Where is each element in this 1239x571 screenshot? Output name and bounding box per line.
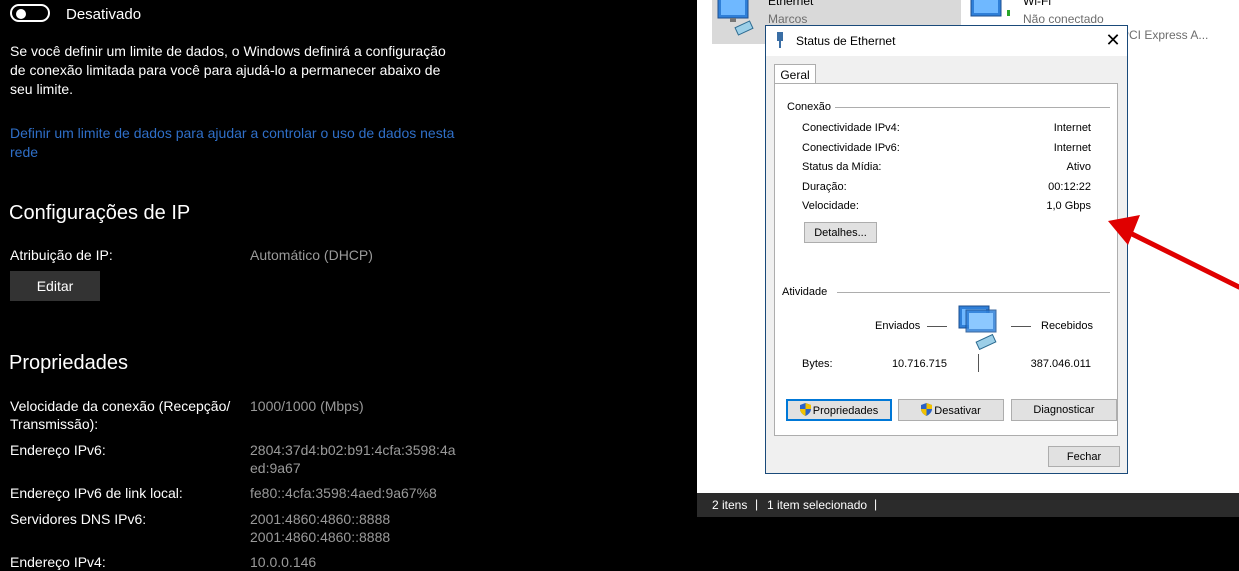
connection-group-label: Conexão bbox=[787, 101, 836, 113]
ipv4-connectivity-label: Conectividade IPv4: bbox=[802, 122, 900, 134]
properties-button[interactable]: Propriedades bbox=[786, 399, 892, 421]
annotation-arrow bbox=[1108, 215, 1239, 290]
toggle-knob bbox=[16, 9, 26, 19]
wifi-adapter-icon bbox=[970, 0, 1010, 17]
connection-group-line bbox=[825, 107, 1110, 108]
dialog-titlebar[interactable]: Status de Ethernet ✕ bbox=[766, 26, 1127, 56]
prop-label-ipv6: Endereço IPv6: bbox=[10, 442, 106, 458]
properties-heading: Propriedades bbox=[9, 352, 128, 374]
data-limit-toggle[interactable] bbox=[10, 4, 50, 22]
explorer-status-bar: 2 itens | 1 item selecionado | bbox=[697, 493, 1239, 517]
ethernet-name: Ethernet bbox=[768, 0, 814, 8]
disable-button[interactable]: Desativar bbox=[898, 399, 1004, 421]
close-icon[interactable]: ✕ bbox=[1103, 30, 1123, 51]
media-status-label: Status da Mídia: bbox=[802, 161, 882, 173]
dialog-title: Status de Ethernet bbox=[796, 34, 896, 48]
network-activity-icon bbox=[958, 305, 997, 350]
close-button[interactable]: Fechar bbox=[1048, 446, 1120, 467]
activity-group-line bbox=[837, 292, 1110, 293]
bytes-label: Bytes: bbox=[802, 358, 833, 370]
received-label: Recebidos bbox=[1041, 320, 1093, 332]
duration-value: 00:12:22 bbox=[1048, 181, 1091, 193]
disable-button-label: Desativar bbox=[934, 405, 981, 417]
prop-value-dns: 2001:4860:4860::8888 2001:4860:4860::888… bbox=[250, 511, 391, 545]
wifi-sub: Não conectado bbox=[1023, 12, 1104, 26]
details-button[interactable]: Detalhes... bbox=[804, 222, 877, 243]
ip-assign-value: Automático (DHCP) bbox=[250, 247, 373, 263]
sent-label: Enviados bbox=[875, 320, 921, 332]
data-limit-description: Se você definir um limite de dados, o Wi… bbox=[10, 43, 446, 97]
prop-value-ipv6: 2804:37d4:b02:b91:4cfa:3598:4aed:9a67 bbox=[250, 442, 456, 476]
status-item-count: 2 itens bbox=[712, 498, 748, 512]
bytes-sent-value: 10.716.715 bbox=[891, 358, 947, 370]
ethernet-adapter-icon bbox=[717, 0, 754, 36]
prop-label-ipv6-local: Endereço IPv6 de link local: bbox=[10, 485, 183, 501]
ethernet-plug-icon bbox=[777, 32, 783, 48]
settings-pane: Desativado Se você definir um limite de … bbox=[0, 0, 697, 571]
prop-value-speed: 1000/1000 (Mbps) bbox=[250, 398, 364, 414]
prop-value-ipv4: 10.0.0.146 bbox=[250, 554, 317, 570]
wifi-sub-adapter: PCI Express A... bbox=[1121, 28, 1209, 42]
media-status-value: Ativo bbox=[1066, 161, 1091, 173]
ipv6-connectivity-value: Internet bbox=[1053, 142, 1091, 154]
prop-label-dns: Servidores DNS IPv6: bbox=[10, 511, 147, 527]
ipv6-connectivity-label: Conectividade IPv6: bbox=[802, 142, 900, 154]
sent-line bbox=[927, 326, 947, 327]
received-line bbox=[1011, 326, 1031, 327]
diagnose-button[interactable]: Diagnosticar bbox=[1011, 399, 1117, 421]
speed-label: Velocidade: bbox=[802, 200, 859, 212]
ipv4-connectivity-value: Internet bbox=[1053, 122, 1091, 134]
ethernet-sub: Marcos bbox=[768, 12, 808, 26]
status-separator: | bbox=[874, 497, 878, 511]
bytes-received-value: 387.046.011 bbox=[1030, 358, 1091, 370]
prop-label-speed: Velocidade da conexão (Recepção/ Transmi… bbox=[10, 398, 231, 432]
edit-button[interactable]: Editar bbox=[10, 271, 100, 301]
prop-value-ipv6-local: fe80::4cfa:3598:4aed:9a67%8 bbox=[250, 485, 437, 501]
tab-general[interactable]: Geral bbox=[774, 64, 816, 84]
wifi-name: Wi-Fi bbox=[1023, 0, 1051, 8]
uac-shield-icon bbox=[921, 403, 933, 416]
activity-group-label: Atividade bbox=[782, 286, 832, 298]
ethernet-status-dialog: Status de Ethernet ✕ Geral Conexão Conec… bbox=[765, 25, 1128, 474]
status-selected-count: 1 item selecionado bbox=[767, 498, 868, 512]
status-separator: | bbox=[755, 497, 759, 511]
ip-assign-label: Atribuição de IP: bbox=[10, 247, 113, 263]
ip-settings-heading: Configurações de IP bbox=[9, 202, 191, 224]
duration-label: Duração: bbox=[802, 181, 847, 193]
uac-shield-icon bbox=[799, 403, 811, 416]
bytes-divider bbox=[978, 354, 979, 372]
properties-button-label: Propriedades bbox=[812, 405, 879, 417]
prop-label-ipv4: Endereço IPv4: bbox=[10, 554, 106, 570]
set-data-limit-link[interactable]: Definir um limite de dados para ajudar a… bbox=[10, 124, 465, 162]
speed-value: 1,0 Gbps bbox=[1046, 200, 1091, 212]
toggle-label: Desativado bbox=[66, 6, 142, 23]
general-tab-panel: Conexão Conectividade IPv4: Internet Con… bbox=[774, 83, 1118, 436]
